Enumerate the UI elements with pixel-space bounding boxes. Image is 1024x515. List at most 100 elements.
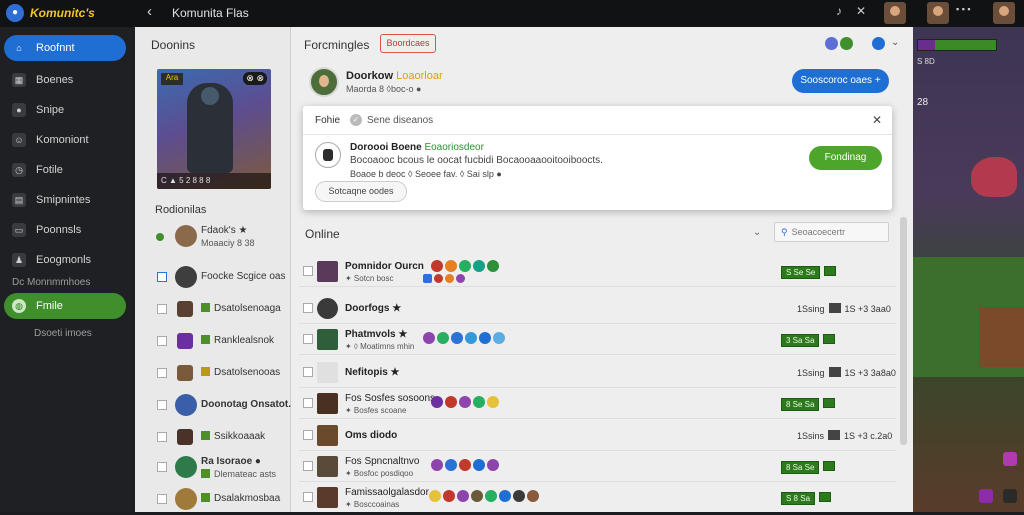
table-row[interactable]: Famissaolgalasdor ✦ Bosccoainas S 8 Sa (299, 482, 896, 513)
game-action-icon[interactable] (1003, 452, 1017, 466)
close-icon[interactable]: ✕ (872, 113, 882, 127)
table-row[interactable]: Pomnidor Ourcn ✦ Sotcn bosc S Se Se (299, 256, 896, 287)
checkbox[interactable] (303, 266, 313, 276)
avatar (175, 394, 197, 416)
sidebar-item-3[interactable]: ☺ Komoniont (4, 127, 126, 153)
settings-icon[interactable] (872, 37, 885, 50)
checkbox[interactable] (303, 334, 313, 344)
checkbox[interactable] (157, 304, 167, 314)
list-item[interactable]: Ssikkoaaak (155, 423, 287, 453)
avatar (317, 261, 338, 282)
avatar (317, 329, 338, 350)
sidebar-item-2[interactable]: ● Snipe (4, 97, 126, 123)
sidebar-item-label: Snipe (36, 104, 65, 116)
user-avatar[interactable] (884, 2, 906, 24)
scrollbar[interactable] (900, 217, 907, 445)
avatar (175, 456, 197, 478)
list-item[interactable]: Ranklealsnok (155, 327, 287, 357)
home-icon: ⌂ (16, 43, 22, 53)
table-row[interactable]: Fos Spncnaltnvo ✦ Bosfoc posdiqoo 8 Sa S… (299, 451, 896, 482)
friend-name: Foocke Scgice oas (201, 271, 286, 282)
player-status: ✦ Bosfoc posdiqoo (345, 469, 414, 478)
search-input[interactable]: ⚲ Seoacoecertr (774, 222, 889, 242)
list-item[interactable]: Fdaok's ★ Moaaciy 8 38 (155, 222, 287, 252)
chevron-down-icon[interactable]: ⌄ (753, 227, 761, 238)
close-icon[interactable]: ✕ (856, 4, 866, 18)
list-item[interactable]: Dsalakmosbaa (155, 485, 287, 515)
checkbox[interactable] (303, 303, 313, 313)
grid-icon: ▦ (12, 73, 26, 87)
list-item[interactable]: Ra Isoraoe ● Dlemateac asts (155, 453, 287, 483)
checkbox[interactable] (303, 430, 313, 440)
checkbox[interactable] (157, 272, 167, 282)
checkbox[interactable] (157, 400, 167, 410)
profile-avatar[interactable] (993, 2, 1015, 24)
avatar (317, 393, 338, 414)
back-arrow-icon[interactable]: ‹ (147, 3, 152, 20)
sidebar-item-1[interactable]: ▦ Boenes (4, 67, 126, 93)
dialog-description: Bocoaooc bcous le oocat fucbidi Bocaooaa… (350, 155, 603, 166)
table-row[interactable]: Doorfogs ★ 1Ssing 1S +3 3aa0 (299, 293, 896, 324)
list-item[interactable]: Foocke Scgice oas (155, 263, 287, 293)
status-chip[interactable]: Boordcaes (380, 34, 436, 53)
secondary-button[interactable]: Sotcaqne oodes (315, 181, 407, 202)
checkbox[interactable] (157, 462, 167, 472)
checkbox[interactable] (303, 398, 313, 408)
checkbox[interactable] (157, 432, 167, 442)
list-item[interactable]: Doonotag Onsatot. (155, 391, 291, 421)
sidebar-item-home[interactable]: ⌂ Roofnnt (4, 35, 126, 61)
friend-name: Ra Isoraoe ● (201, 456, 261, 467)
sidebar-item-4[interactable]: ◷ Fotile (4, 157, 126, 183)
list-item[interactable]: Dsatolsenoaga (155, 295, 287, 325)
accept-button[interactable]: Fondinag (809, 146, 882, 170)
sidebar-item-active[interactable]: ◍ Fmile (4, 293, 126, 319)
sidebar-subitem[interactable]: Dsoeti imoes (34, 328, 92, 339)
game-action-icon[interactable] (979, 489, 993, 503)
friend-sub: Dlemateac asts (201, 469, 276, 479)
profile-name: Doorkow Loaorloar (346, 70, 443, 82)
table-row[interactable]: Fos Sosfes sosoons ✦ Bosfes scoane 8 Se … (299, 388, 896, 419)
sidebar-item-label: Smipnintes (36, 194, 91, 206)
avatar[interactable] (309, 67, 339, 97)
app-logo-icon[interactable]: ● (6, 4, 24, 22)
window-controls-icon[interactable]: ▪ ▪ ▪ (956, 4, 971, 14)
circle-icon: ● (12, 103, 26, 117)
game-icon[interactable] (840, 37, 853, 50)
bell-icon[interactable]: ♪ (836, 4, 842, 18)
list-item[interactable]: Dsatolsenooas (155, 359, 287, 389)
card-actions-icon[interactable]: ⊗ ⊗ (243, 72, 267, 85)
game-action-icon[interactable] (1003, 489, 1017, 503)
table-row[interactable]: Phatmvols ★ ✦ ◊ Moatimns mhin 3 Sa Sa (299, 324, 896, 355)
checkbox[interactable] (157, 336, 167, 346)
status-badge: 8 Sa Se (781, 461, 836, 474)
table-row[interactable]: Nefitopis ★ 1Ssing 1S +3 3a8a0 (299, 357, 896, 388)
checkbox[interactable] (303, 367, 313, 377)
friend-avatar[interactable] (927, 2, 949, 24)
game-icon[interactable] (825, 37, 838, 50)
requester-name: Doroooi Boene Eoaoriosdeor (350, 142, 484, 153)
sidebar-item-6[interactable]: ▭ Poonnsls (4, 217, 126, 243)
sidebar-item-7[interactable]: ♟ Eoogmonls (4, 247, 126, 273)
chevron-down-icon[interactable]: ⌄ (891, 37, 899, 48)
checkbox[interactable] (303, 492, 313, 502)
avatar (177, 333, 193, 349)
sidebar-item-5[interactable]: ▤ Smipnintes (4, 187, 126, 213)
player-name: Fos Spncnaltnvo (345, 456, 420, 467)
stack-icon: ▤ (12, 193, 26, 207)
player-name: Fos Sosfes sosoons (345, 393, 436, 404)
add-friend-button[interactable]: Sooscoroc oaes + (792, 69, 889, 93)
table-row[interactable]: Oms diodo 1Ssins 1S +3 c.2a0 (299, 420, 896, 451)
left-column: Doonins Ara ⊗ ⊗ C ▲ 5 2 8 8 8 Rodionilas… (135, 27, 291, 512)
avatar (317, 456, 338, 477)
checkbox[interactable] (303, 461, 313, 471)
player-name: Famissaolgalasdor (345, 487, 429, 498)
tag-icon: ✓ (350, 114, 362, 126)
checkbox[interactable] (157, 368, 167, 378)
featured-card[interactable]: Ara ⊗ ⊗ C ▲ 5 2 8 8 8 (157, 69, 271, 189)
checkbox[interactable] (157, 494, 167, 504)
section-title: Online (305, 227, 340, 241)
avatar (175, 488, 197, 510)
avatar (317, 362, 338, 383)
sidebar-item-label: Fotile (36, 164, 63, 176)
friend-name: Dsalakmosbaa (201, 493, 280, 504)
